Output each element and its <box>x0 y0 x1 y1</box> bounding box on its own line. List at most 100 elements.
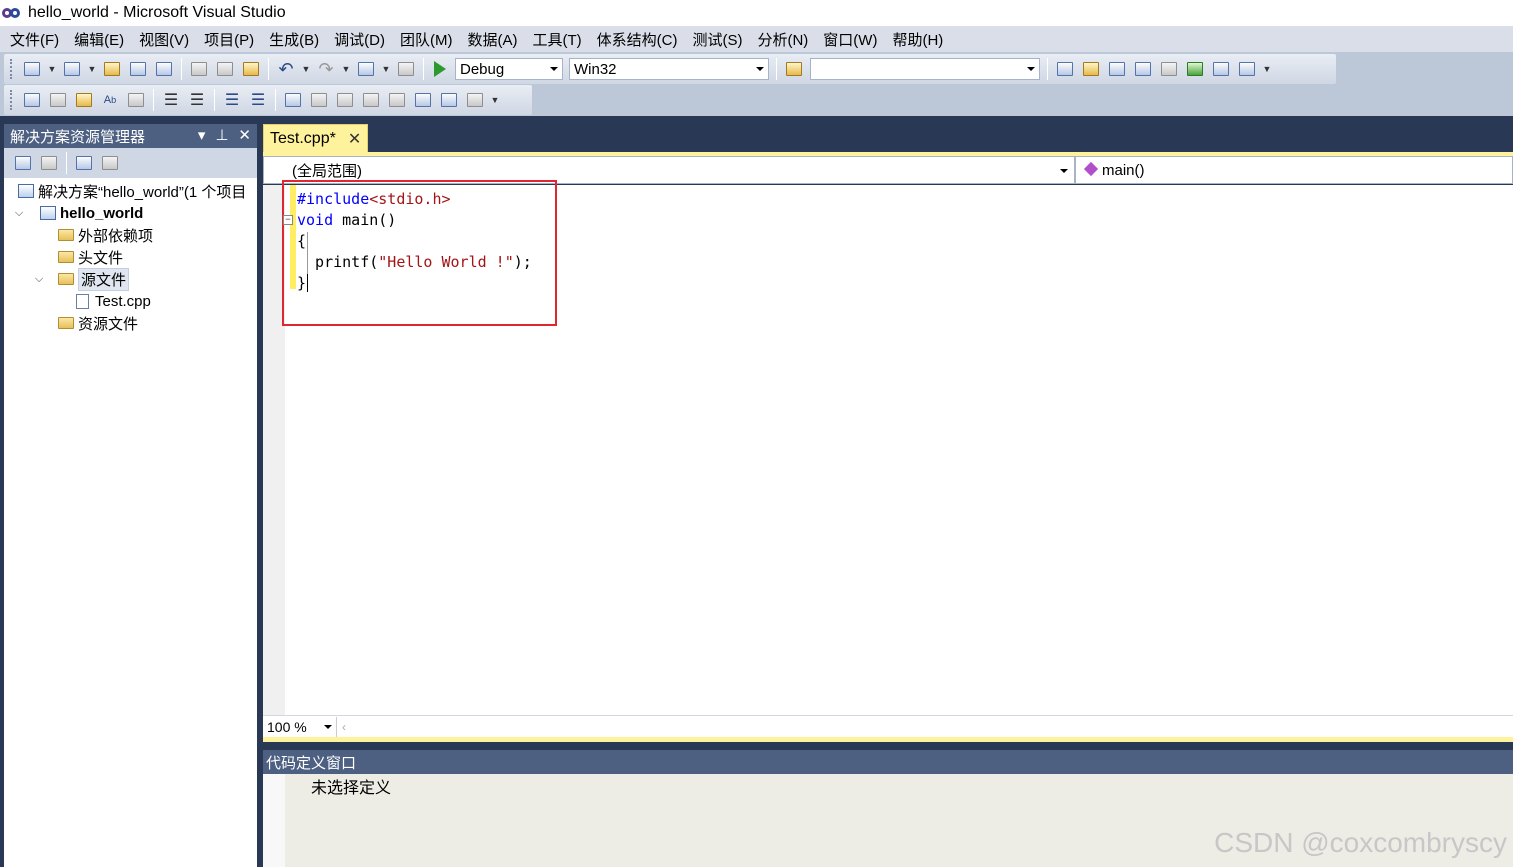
menu-view[interactable]: 视图(V) <box>133 29 198 50</box>
decrease-indent-button[interactable]: ☰ <box>160 89 182 111</box>
quick-info-button[interactable] <box>73 89 95 111</box>
next-bookmark-button[interactable] <box>334 89 356 111</box>
code-editor[interactable]: #include<stdio.h> − void main() { printf(… <box>263 180 1513 715</box>
next-bookmark-document-button[interactable] <box>438 89 460 111</box>
tree-item-solution[interactable]: 解决方案“hello_world”(1 个项目 <box>4 180 257 202</box>
toolbar-options-dropdown[interactable]: ▼ <box>1262 58 1272 80</box>
solution-explorer-button[interactable] <box>1106 58 1128 80</box>
editor-frame: Test.cpp* ✕ (全局范围) main() #include<stdio… <box>263 124 1513 742</box>
scroll-left-icon[interactable]: ‹ <box>337 720 351 734</box>
zoom-select[interactable]: 100 % <box>263 716 337 737</box>
cut-button[interactable] <box>188 58 210 80</box>
comment-out-button[interactable]: ☰ <box>221 89 243 111</box>
undo-button[interactable]: ↶ <box>275 58 297 80</box>
toolbar-grip[interactable] <box>10 59 13 79</box>
previous-bookmark-folder-button[interactable] <box>360 89 382 111</box>
tree-item-source-files[interactable]: ⌵ 源文件 <box>4 267 257 291</box>
tree-item-resource-files[interactable]: 资源文件 <box>4 312 257 334</box>
tree-item-project[interactable]: ⌵ hello_world <box>4 202 257 224</box>
clear-bookmarks-button[interactable] <box>464 89 486 111</box>
open-folder-icon <box>58 273 74 285</box>
start-debugging-icon[interactable] <box>434 61 446 77</box>
menu-edit[interactable]: 编辑(E) <box>68 29 133 50</box>
list-members-icon <box>24 93 40 107</box>
member-select[interactable]: main() <box>1075 156 1513 184</box>
toggle-bookmark-button[interactable] <box>282 89 304 111</box>
tree-item-label: hello_world <box>60 204 144 222</box>
navigate-backward-dropdown[interactable]: ▼ <box>381 58 391 80</box>
complete-word-button[interactable]: Ab <box>99 89 121 111</box>
solution-platform-select[interactable]: Win32 <box>569 58 769 80</box>
refresh-button[interactable] <box>99 152 121 174</box>
menu-debug[interactable]: 调试(D) <box>328 29 394 50</box>
refresh-icon <box>102 156 118 170</box>
extension-manager-button[interactable] <box>1210 58 1232 80</box>
menu-project[interactable]: 项目(P) <box>198 29 263 50</box>
increase-indent-button[interactable]: ☰ <box>186 89 208 111</box>
redo-button[interactable]: ↷ <box>315 58 337 80</box>
code-definition-body[interactable]: 未选择定义 CSDN @coxcombryscy <box>263 774 1513 867</box>
menu-test[interactable]: 测试(S) <box>686 29 751 50</box>
open-file-button[interactable] <box>101 58 123 80</box>
menu-window[interactable]: 窗口(W) <box>817 29 886 50</box>
toolbar-area: ▼ ▼ ↶ ▼ ↷ ▼ ▼ Debug Win32 ▼ A b ☰ ☰ ☰ ☰ … <box>0 52 1513 116</box>
previous-bookmark-button[interactable] <box>308 89 330 111</box>
menu-data[interactable]: 数据(A) <box>461 29 526 50</box>
undo-dropdown[interactable]: ▼ <box>301 58 311 80</box>
start-page-button[interactable] <box>1184 58 1206 80</box>
next-bookmark-folder-button[interactable] <box>386 89 408 111</box>
tree-item-external-dependencies[interactable]: 外部依赖项 <box>4 224 257 246</box>
menu-file[interactable]: 文件(F) <box>4 29 68 50</box>
text-cursor <box>307 274 309 292</box>
properties-button[interactable] <box>12 152 34 174</box>
command-window-button[interactable] <box>1236 58 1258 80</box>
toolbox-button[interactable] <box>1158 58 1180 80</box>
previous-bookmark-document-button[interactable] <box>412 89 434 111</box>
save-all-button[interactable] <box>153 58 175 80</box>
add-item-button[interactable] <box>61 58 83 80</box>
menu-analyze[interactable]: 分析(N) <box>751 29 817 50</box>
display-word-button[interactable] <box>125 89 147 111</box>
tree-item-header-files[interactable]: 头文件 <box>4 246 257 268</box>
object-browser-button[interactable] <box>1132 58 1154 80</box>
copy-button[interactable] <box>214 58 236 80</box>
close-icon[interactable]: ✕ <box>238 126 251 144</box>
parameter-info-button[interactable] <box>47 89 69 111</box>
menu-architecture[interactable]: 体系结构(C) <box>591 29 687 50</box>
find-combo[interactable] <box>810 58 1040 80</box>
cpp-file-icon <box>76 293 89 309</box>
show-all-files-button[interactable] <box>38 152 60 174</box>
save-button[interactable] <box>127 58 149 80</box>
chevron-down-icon[interactable]: ⌵ <box>12 207 26 220</box>
list-members-button[interactable] <box>21 89 43 111</box>
navigate-backward-button[interactable] <box>355 58 377 80</box>
toolbar-grip[interactable] <box>10 90 13 110</box>
new-project-dropdown[interactable]: ▼ <box>47 58 57 80</box>
paste-button[interactable] <box>240 58 262 80</box>
find-symbol-button[interactable] <box>1054 58 1076 80</box>
new-project-button[interactable] <box>21 58 43 80</box>
solution-configuration-select[interactable]: Debug <box>455 58 563 80</box>
tree-item-test-cpp[interactable]: Test.cpp <box>4 290 257 312</box>
tab-test-cpp[interactable]: Test.cpp* ✕ <box>263 124 369 152</box>
open-folder-icon <box>104 62 120 76</box>
redo-dropdown[interactable]: ▼ <box>341 58 351 80</box>
window-title: hello_world - Microsoft Visual Studio <box>28 4 286 21</box>
navigate-forward-button[interactable] <box>395 58 417 80</box>
toolbar-options-dropdown[interactable]: ▼ <box>490 89 500 111</box>
uncomment-button[interactable]: ☰ <box>247 89 269 111</box>
menu-team[interactable]: 团队(M) <box>394 29 462 50</box>
window-position-dropdown-icon[interactable]: ▾ <box>198 126 206 144</box>
chevron-down-icon[interactable]: ⌵ <box>32 273 46 286</box>
view-class-diagram-button[interactable] <box>73 152 95 174</box>
include-header: <stdio.h> <box>369 190 451 208</box>
menu-tools[interactable]: 工具(T) <box>526 29 590 50</box>
auto-hide-pin-icon[interactable]: ⊥ <box>215 126 228 144</box>
close-icon[interactable]: ✕ <box>348 129 361 149</box>
add-item-dropdown[interactable]: ▼ <box>87 58 97 80</box>
find-in-files-button[interactable] <box>783 58 805 80</box>
menu-build[interactable]: 生成(B) <box>263 29 328 50</box>
collapse-icon[interactable]: − <box>283 215 293 225</box>
properties-button[interactable] <box>1080 58 1102 80</box>
menu-help[interactable]: 帮助(H) <box>886 29 952 50</box>
